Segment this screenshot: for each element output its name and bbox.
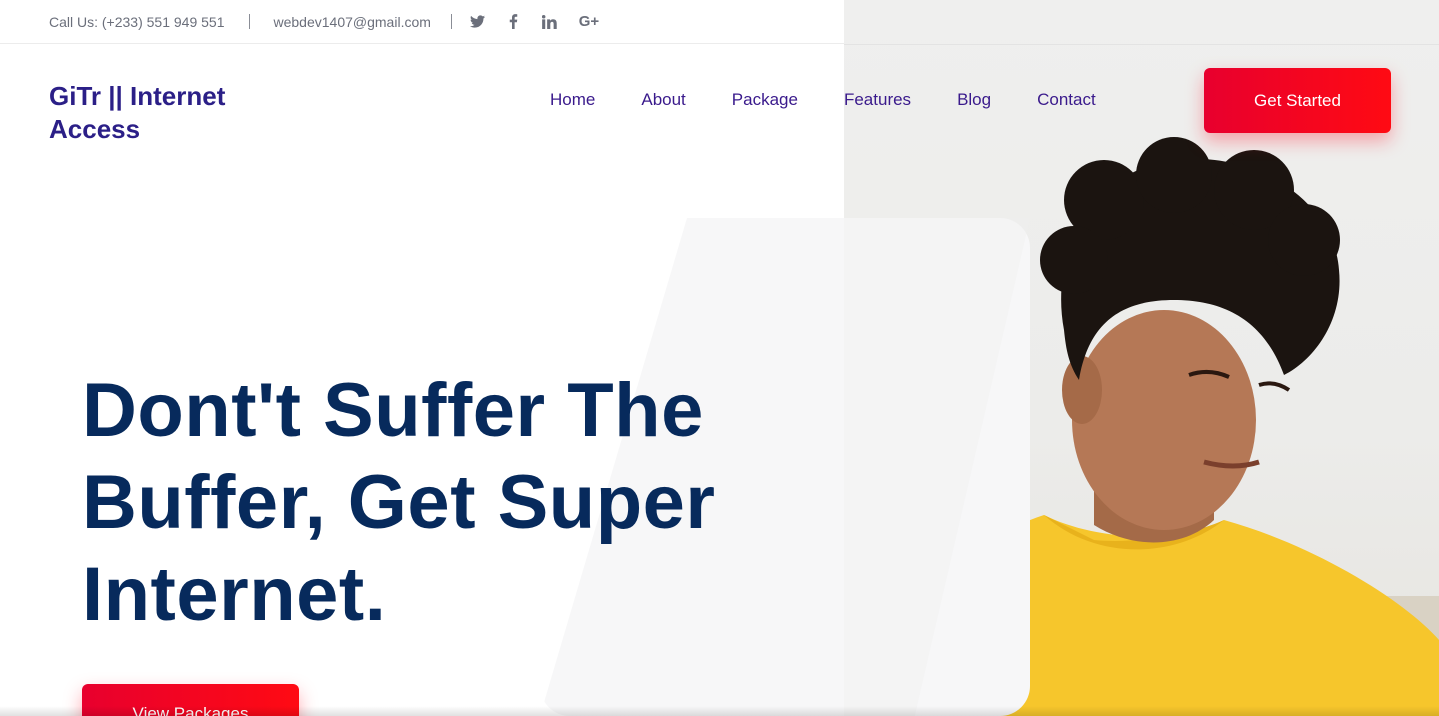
- nav-home[interactable]: Home: [550, 90, 595, 110]
- phone-text: Call Us: (+233) 551 949 551: [49, 13, 225, 30]
- facebook-icon[interactable]: [506, 14, 522, 30]
- main-nav: Home About Package Features Blog Contact: [550, 90, 1142, 110]
- topbar: Call Us: (+233) 551 949 551 webdev1407@g…: [0, 0, 844, 44]
- get-started-button[interactable]: Get Started: [1204, 68, 1391, 133]
- nav-blog[interactable]: Blog: [957, 90, 991, 110]
- nav-package[interactable]: Package: [732, 90, 798, 110]
- social-links: G+: [470, 13, 600, 30]
- google-plus-icon[interactable]: G+: [578, 13, 600, 30]
- linkedin-icon[interactable]: [542, 14, 558, 30]
- topbar-divider: [844, 44, 1439, 45]
- bottom-shadow: [0, 706, 1439, 716]
- twitter-icon[interactable]: [470, 14, 486, 30]
- site-logo[interactable]: GiTr || Internet Access: [49, 80, 269, 146]
- hero-title: Dont't Suffer The Buffer, Get Super Inte…: [82, 368, 716, 637]
- divider: [248, 14, 250, 29]
- divider: [450, 14, 452, 29]
- nav-about[interactable]: About: [641, 90, 685, 110]
- nav-contact[interactable]: Contact: [1037, 90, 1096, 110]
- nav-features[interactable]: Features: [844, 90, 911, 110]
- email-link[interactable]: webdev1407@gmail.com: [274, 14, 431, 30]
